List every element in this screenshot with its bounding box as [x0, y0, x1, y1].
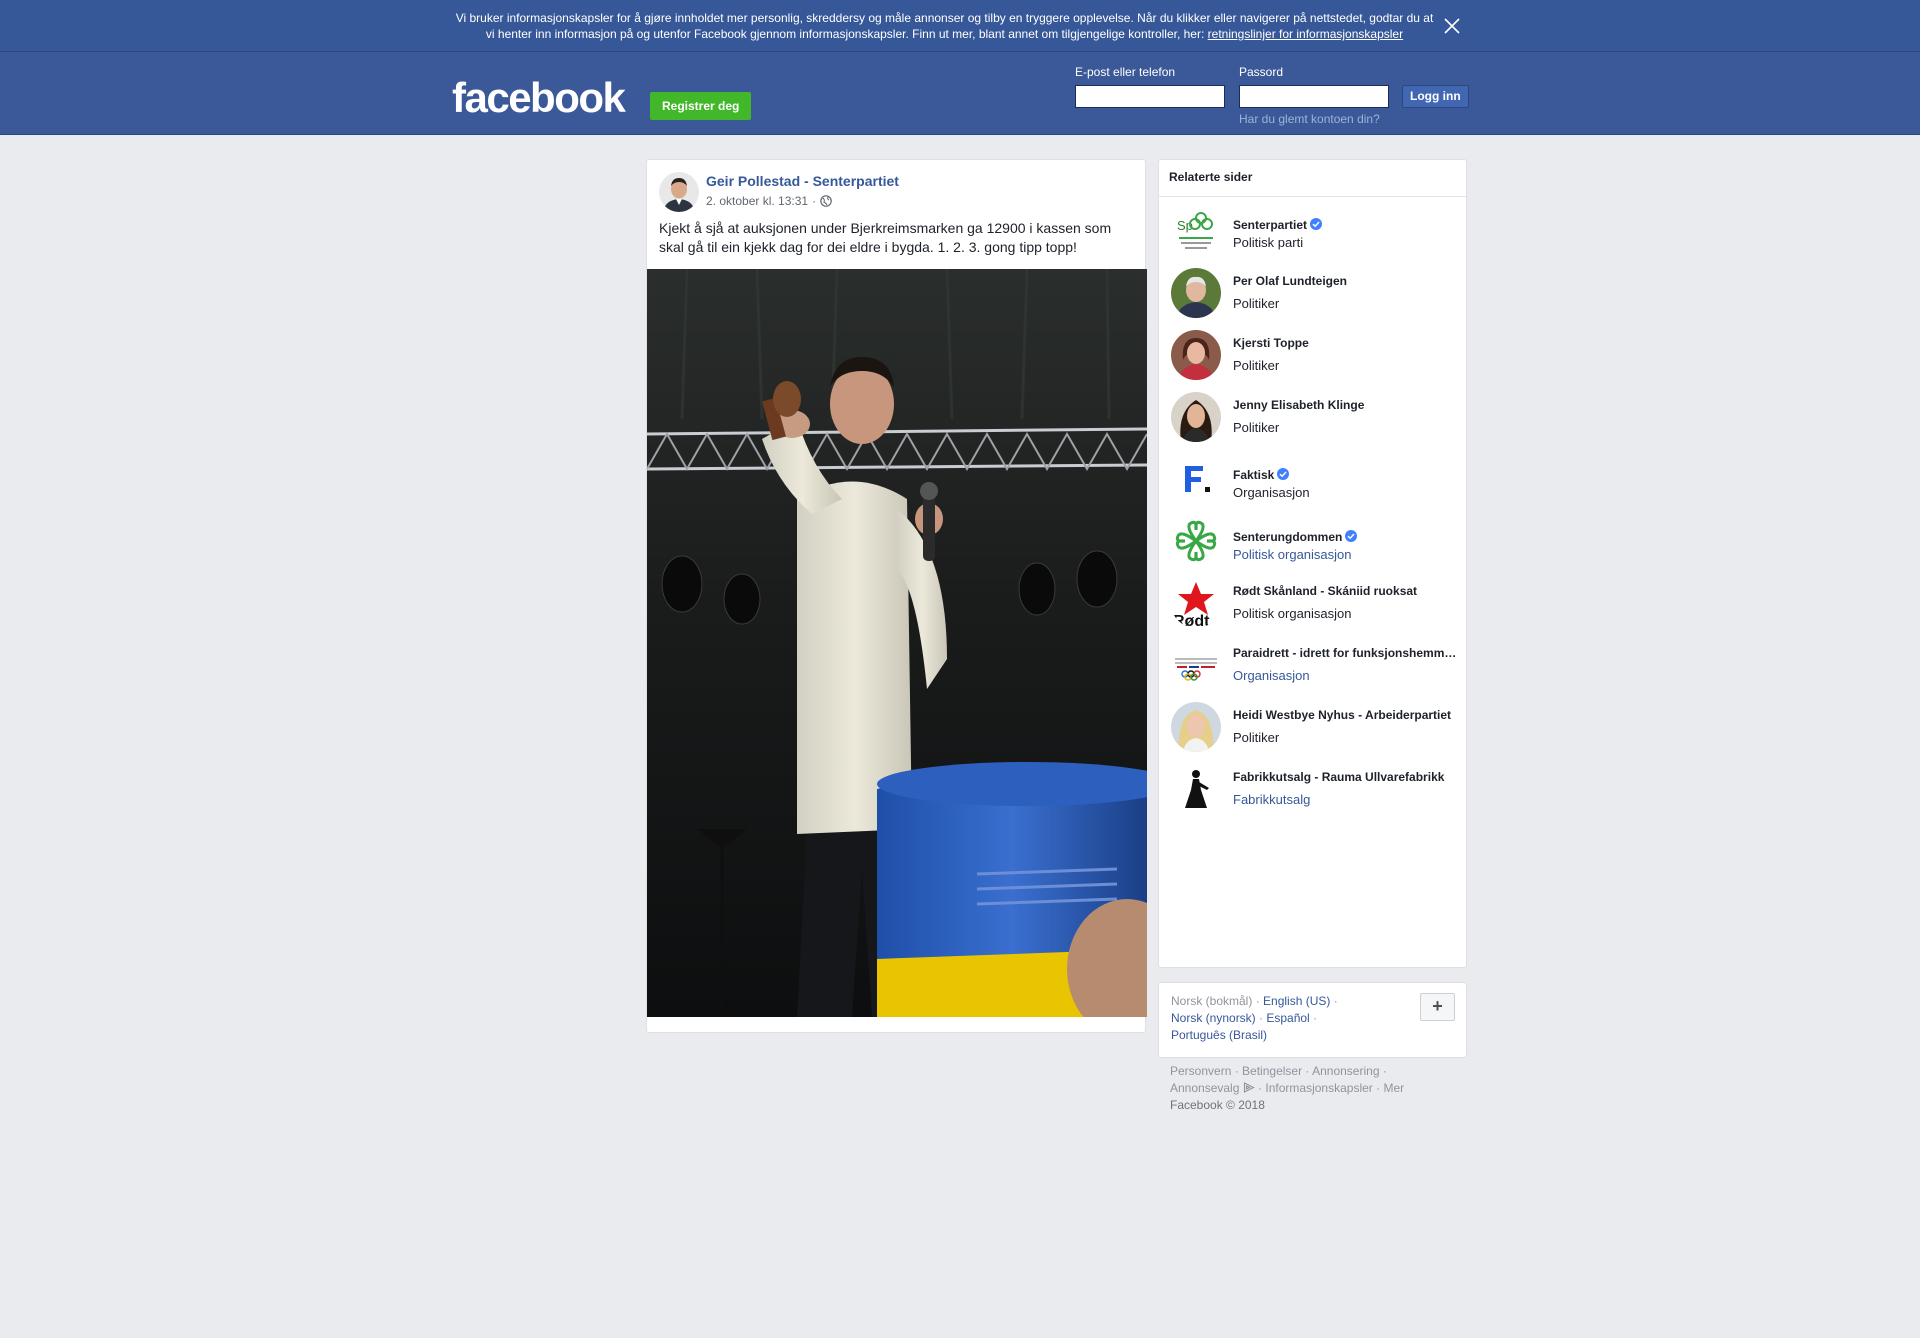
- post-meta: 2. oktober kl. 13:31 ·: [706, 194, 832, 208]
- forgot-account-link[interactable]: Har du glemt kontoen din?: [1239, 112, 1380, 126]
- related-page-name-text[interactable]: Senterungdommen: [1233, 530, 1342, 544]
- globe-icon[interactable]: [820, 195, 832, 207]
- related-page-item[interactable]: Faktisk Organisasjon: [1159, 448, 1466, 510]
- related-page-category: Politiker: [1233, 420, 1280, 435]
- related-page-thumbnail[interactable]: [1171, 268, 1221, 318]
- related-page-name[interactable]: Faktisk: [1233, 468, 1458, 482]
- related-page-item[interactable]: Fabrikkutsalg - Rauma Ullvarefabrikk Fabr…: [1159, 758, 1466, 820]
- footer-copyright: Facebook © 2018: [1170, 1098, 1265, 1112]
- post-text: Kjekt å sjå at auksjonen under Bjerkreim…: [659, 220, 1112, 255]
- post-timestamp[interactable]: 2. oktober kl. 13:31: [706, 194, 808, 208]
- ad-choices-icon: [1243, 1082, 1255, 1093]
- footer-links: Personvern · Betingelser · Annonsering ·…: [1170, 1064, 1405, 1112]
- post-card: Geir Pollestad - Senterpartiet 2. oktobe…: [646, 159, 1147, 1033]
- related-page-name[interactable]: Paraidrett - idrett for funksjonshemmede: [1233, 646, 1458, 660]
- language-separator: ·: [1252, 994, 1264, 1008]
- login-button[interactable]: Logg inn: [1402, 85, 1469, 108]
- footer-more[interactable]: Mer: [1383, 1081, 1404, 1095]
- related-page-category: Organisasjon: [1233, 485, 1310, 500]
- language-current: Norsk (bokmål): [1171, 994, 1253, 1008]
- related-page-item[interactable]: Senterungdommen Politisk organisasjon: [1159, 510, 1466, 572]
- footer-privacy[interactable]: Personvern: [1170, 1064, 1231, 1078]
- related-page-name[interactable]: Fabrikkutsalg - Rauma Ullvarefabrikk: [1233, 770, 1458, 784]
- related-page-thumbnail[interactable]: [1171, 454, 1221, 504]
- cookie-text: Vi bruker informasjonskapsler for å gjør…: [452, 10, 1437, 42]
- related-page-thumbnail[interactable]: [1171, 764, 1221, 814]
- more-languages-button[interactable]: +: [1420, 993, 1455, 1021]
- cookie-banner: Vi bruker informasjonskapsler for å gjør…: [0, 0, 1920, 52]
- related-page-category[interactable]: Fabrikkutsalg: [1233, 792, 1310, 807]
- register-button[interactable]: Registrer deg: [650, 92, 752, 120]
- language-separator: ·: [1330, 994, 1338, 1008]
- related-page-category[interactable]: Politisk organisasjon: [1233, 547, 1352, 562]
- related-page-item[interactable]: Paraidrett - idrett for funksjonshemmede…: [1159, 634, 1466, 696]
- related-page-item[interactable]: Sp Senterpartiet Politisk parti: [1159, 198, 1466, 260]
- email-label: E-post eller telefon: [1075, 65, 1176, 79]
- related-page-name[interactable]: Kjersti Toppe: [1233, 336, 1458, 350]
- language-separator: ·: [1255, 1011, 1267, 1025]
- language-espanol[interactable]: Español: [1266, 1011, 1309, 1025]
- related-page-name[interactable]: Jenny Elisabeth Klinge: [1233, 398, 1458, 412]
- language-nynorsk[interactable]: Norsk (nynorsk): [1171, 1011, 1256, 1025]
- related-page-category: Politisk parti: [1233, 235, 1304, 250]
- language-selector: Norsk (bokmål) · English (US) · Norsk (n…: [1158, 982, 1467, 1058]
- related-page-thumbnail[interactable]: Rødt: [1171, 578, 1221, 628]
- related-page-category: Politiker: [1233, 358, 1280, 373]
- language-portugues[interactable]: Português (Brasil): [1171, 1028, 1267, 1042]
- related-page-item[interactable]: Kjersti Toppe Politiker: [1159, 324, 1466, 386]
- related-page-category[interactable]: Organisasjon: [1233, 668, 1310, 683]
- language-list: Norsk (bokmål) · English (US) · Norsk (n…: [1171, 993, 1411, 1044]
- related-page-name-text[interactable]: Senterpartiet: [1233, 218, 1307, 232]
- related-page-item[interactable]: Rødt Rødt Skånland - Skániid ruoksat Polit…: [1159, 572, 1466, 634]
- related-page-category: Politisk organisasjon: [1233, 606, 1352, 621]
- cookie-policy-link[interactable]: retningslinjer for informasjonskapsler: [1208, 27, 1403, 41]
- related-page-name-text[interactable]: Paraidrett - idrett for funksjonshemmede: [1233, 646, 1458, 660]
- meta-separator: ·: [812, 194, 817, 208]
- post-author[interactable]: Geir Pollestad - Senterpartiet: [706, 173, 899, 189]
- facebook-logo[interactable]: facebook: [452, 76, 626, 120]
- related-page-name[interactable]: Senterungdommen: [1233, 530, 1458, 544]
- related-pages: Relaterte sider Sp Senterpartiet Politisk …: [1158, 159, 1467, 968]
- language-english[interactable]: English (US): [1263, 994, 1330, 1008]
- footer-advertising[interactable]: Annonsering: [1312, 1064, 1379, 1078]
- related-page-category: Politiker: [1233, 296, 1280, 311]
- related-page-name-text[interactable]: Faktisk: [1233, 468, 1274, 482]
- related-page-thumbnail[interactable]: [1171, 640, 1221, 690]
- verified-badge-icon: [1277, 468, 1290, 480]
- language-separator: ·: [1309, 1011, 1318, 1025]
- related-page-name-text[interactable]: Per Olaf Lundteigen: [1233, 274, 1347, 288]
- related-page-item[interactable]: Per Olaf Lundteigen Politiker: [1159, 262, 1466, 324]
- password-field[interactable]: [1239, 85, 1389, 108]
- related-page-name-text[interactable]: Heidi Westbye Nyhus - Arbeiderpartiet: [1233, 708, 1451, 722]
- related-page-name[interactable]: Per Olaf Lundteigen: [1233, 274, 1458, 288]
- close-icon[interactable]: [1442, 16, 1462, 36]
- related-page-name[interactable]: Heidi Westbye Nyhus - Arbeiderpartiet: [1233, 708, 1458, 722]
- related-page-name-text[interactable]: Jenny Elisabeth Klinge: [1233, 398, 1364, 412]
- related-page-thumbnail[interactable]: [1171, 702, 1221, 752]
- related-page-thumbnail[interactable]: [1171, 392, 1221, 442]
- password-label: Passord: [1239, 65, 1284, 79]
- svg-text:Rødt: Rødt: [1173, 613, 1210, 628]
- related-page-thumbnail[interactable]: Sp: [1171, 204, 1221, 254]
- post-photo[interactable]: [647, 269, 1147, 1017]
- avatar[interactable]: [659, 172, 699, 212]
- related-page-name[interactable]: Senterpartiet: [1233, 218, 1458, 232]
- related-page-name[interactable]: Rødt Skånland - Skániid ruoksat: [1233, 584, 1458, 598]
- verified-badge-icon: [1310, 218, 1323, 230]
- related-pages-title: Relaterte sider: [1159, 160, 1466, 197]
- related-page-name-text[interactable]: Kjersti Toppe: [1233, 336, 1309, 350]
- related-page-item[interactable]: Jenny Elisabeth Klinge Politiker: [1159, 386, 1466, 448]
- verified-badge-icon: [1345, 530, 1358, 542]
- related-page-thumbnail[interactable]: [1171, 330, 1221, 380]
- related-page-item[interactable]: Heidi Westbye Nyhus - Arbeiderpartiet Pol…: [1159, 696, 1466, 758]
- footer-cookies[interactable]: Informasjonskapsler: [1265, 1081, 1372, 1095]
- related-page-thumbnail[interactable]: [1171, 516, 1221, 566]
- footer-ad-choices[interactable]: Annonsevalg: [1170, 1081, 1239, 1095]
- email-field[interactable]: [1075, 85, 1225, 108]
- related-page-name-text[interactable]: Rødt Skånland - Skániid ruoksat: [1233, 584, 1417, 598]
- footer-terms[interactable]: Betingelser: [1242, 1064, 1302, 1078]
- related-page-category: Politiker: [1233, 730, 1280, 745]
- top-bar: facebook Registrer deg E-post eller tele…: [0, 52, 1920, 135]
- related-page-name-text[interactable]: Fabrikkutsalg - Rauma Ullvarefabrikk: [1233, 770, 1444, 784]
